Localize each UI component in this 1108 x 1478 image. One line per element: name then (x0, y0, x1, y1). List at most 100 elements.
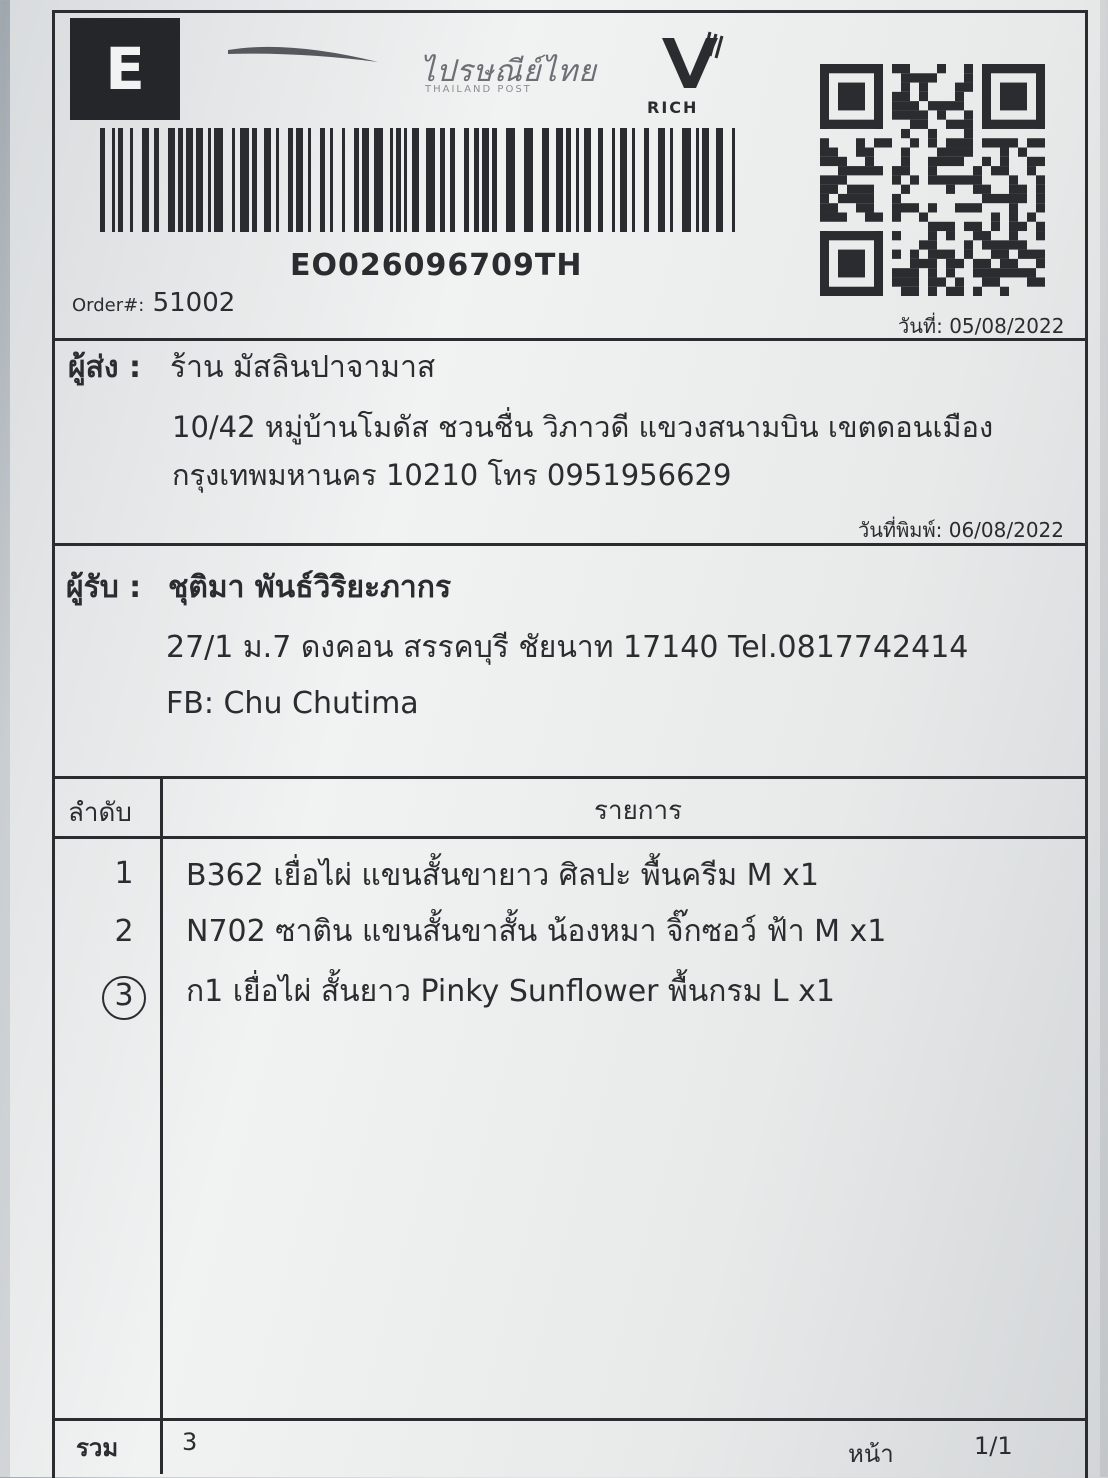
qr-module (937, 221, 946, 232)
qr-module (892, 91, 901, 102)
qr-module (1009, 212, 1018, 222)
recipient-label: ผู้รับ : (66, 570, 142, 605)
qr-module (1027, 268, 1036, 278)
qr-module (955, 91, 964, 102)
qr-module (964, 147, 973, 157)
print-date-label: วันที่พิมพ์: (858, 518, 943, 542)
qr-module (829, 175, 838, 185)
qr-module (946, 221, 955, 232)
qr-module (991, 212, 1000, 222)
order-number: Order#: 51002 (72, 288, 235, 318)
barcode-bar (682, 128, 691, 232)
qr-module (991, 249, 1000, 259)
qr-module (919, 119, 928, 129)
qr-module (964, 128, 973, 139)
qr-module (865, 184, 874, 194)
qr-module (919, 212, 928, 222)
column-header-items: รายการ (594, 796, 683, 826)
qr-module (946, 184, 955, 194)
barcode-bar (644, 128, 649, 232)
qr-module (847, 166, 856, 176)
sender-address-line1: 10/42 หมู่บ้านโมดัส ชวนชื่น วิภาวดี แขวง… (172, 410, 994, 444)
qr-module (964, 64, 973, 74)
barcode-bar (276, 128, 279, 232)
qr-module (991, 268, 1000, 278)
recipient-address-line2: FB: Chu Chutima (166, 686, 419, 721)
divider-total (55, 1418, 1085, 1421)
divider-recipient (55, 776, 1085, 779)
qr-module (901, 101, 910, 111)
qr-module (910, 119, 919, 129)
qr-module (901, 110, 910, 120)
qr-module (865, 166, 874, 176)
qr-module (991, 138, 1000, 148)
qr-module (820, 119, 883, 129)
service-code-badge: E (70, 18, 180, 120)
qr-module (865, 193, 874, 204)
barcode-bar (342, 128, 345, 232)
qr-module (838, 82, 865, 111)
partner-v-logo-icon (662, 31, 724, 88)
qr-module (820, 231, 883, 241)
qr-module (982, 156, 991, 167)
qr-module (1018, 268, 1027, 278)
item-row-1: B362 เยื่อไผ่ แขนสั้นขายาว ศิลปะ พื้นครี… (186, 858, 819, 893)
qr-module (928, 221, 937, 232)
barcode-bar (214, 128, 223, 232)
qr-module (1009, 203, 1018, 213)
qr-module (982, 64, 991, 129)
qr-module (1036, 277, 1045, 287)
qr-module (1009, 184, 1018, 194)
qr-module (874, 138, 883, 148)
qr-module (973, 175, 982, 185)
qr-module (955, 138, 964, 148)
qr-module (1000, 240, 1009, 250)
barcode-bar (330, 128, 333, 232)
barcode-bar (240, 128, 249, 232)
qr-module (829, 147, 838, 157)
qr-module (901, 91, 910, 102)
qr-module (928, 286, 937, 296)
qr-module (946, 268, 955, 278)
qr-module (1000, 166, 1009, 176)
barcode-bar (354, 128, 359, 232)
qr-module (946, 101, 955, 111)
qr-module (1018, 249, 1027, 259)
qr-module (928, 203, 937, 213)
barcode-bar (732, 128, 735, 232)
qr-module (901, 203, 910, 213)
qr-module (847, 193, 856, 204)
qr-module (865, 212, 874, 222)
qr-module (964, 110, 973, 120)
qr-module (910, 101, 919, 111)
qr-module (901, 82, 910, 92)
barcode-bar (556, 128, 563, 232)
qr-module (982, 277, 991, 287)
qr-module (1000, 193, 1009, 204)
qr-module (919, 82, 928, 92)
qr-module (820, 286, 883, 296)
qr-module (892, 193, 901, 204)
print-date-value: 06/08/2022 (948, 518, 1065, 542)
qr-module (1027, 138, 1036, 148)
qr-module (838, 175, 847, 185)
qr-module (901, 128, 910, 139)
qr-module (928, 268, 937, 278)
recipient-address-line1: 27/1 ม.7 ดงคอน สรรคบุรี ชัยนาท 17140 Tel… (166, 630, 969, 665)
qr-module (928, 258, 937, 269)
qr-module (1009, 193, 1018, 204)
sender-name: ร้าน มัสลินปาจามาส (170, 350, 436, 385)
qr-module (1009, 231, 1018, 241)
qr-module (820, 138, 829, 148)
barcode-bar (632, 128, 635, 232)
qr-module (955, 203, 964, 213)
barcode-bar (464, 128, 469, 232)
qr-module (955, 82, 964, 92)
qr-module (874, 231, 883, 296)
page-label: หน้า (848, 1440, 894, 1468)
order-label: Order#: (72, 295, 145, 316)
qr-module (901, 277, 910, 287)
tracking-barcode (100, 128, 735, 232)
qr-module (856, 193, 865, 204)
barcode-bar (208, 128, 211, 232)
